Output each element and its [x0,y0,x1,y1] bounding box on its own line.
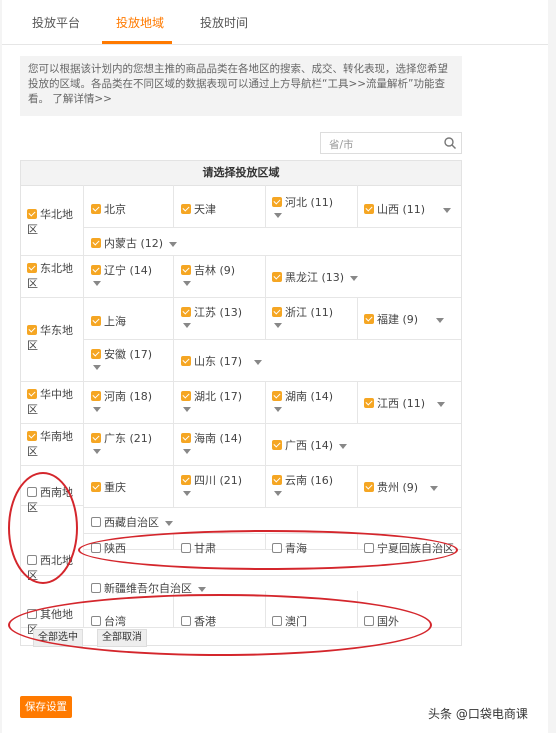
province-hebei[interactable]: 河北 (11) [272,194,333,210]
province-neimenggu[interactable]: 内蒙古 (12) [91,235,178,251]
region-grid: 请选择投放区域 华北地区 东北地区 华东地区 华中地区 华南地区 西南地区 西北… [20,160,462,647]
province-heilongjiang[interactable]: 黑龙江 (13) [272,269,359,285]
province-xizang[interactable]: 西藏自治区 [91,514,173,530]
chevron-down-icon[interactable] [93,365,101,370]
annotation-ellipse [8,594,432,656]
chevron-down-icon[interactable] [183,491,191,496]
province-search[interactable]: 省/市 [320,132,462,154]
province-guangxi[interactable]: 广西 (14) [272,437,348,453]
chevron-down-icon[interactable] [183,449,191,454]
checkbox-icon[interactable] [27,209,37,219]
province-zhejiang[interactable]: 浙江 (11) [272,304,333,320]
checkbox-icon[interactable] [27,325,37,335]
province-guizhou[interactable]: 贵州 (9) [364,479,439,495]
province-shanghai[interactable]: 上海 [91,313,126,329]
region-huadong[interactable]: 华东地区 [27,323,77,353]
chevron-down-icon[interactable] [93,407,101,412]
region-huazhong[interactable]: 华中地区 [27,387,77,417]
checkbox-icon[interactable] [27,431,37,441]
search-icon[interactable] [443,136,457,150]
province-chongqing[interactable]: 重庆 [91,479,126,495]
tab-bar: 投放平台 投放地域 投放时间 [2,0,548,45]
chevron-down-icon[interactable] [183,407,191,412]
watermark: 头条 @口袋电商课 [428,707,528,721]
province-jiangsu[interactable]: 江苏 (13) [181,304,242,320]
province-shanxi[interactable]: 山西 (11) [364,201,452,217]
settings-panel: 投放平台 投放地域 投放时间 您可以根据该计划内的您想主推的商品品类在各地区的搜… [2,0,548,733]
checkbox-icon[interactable] [27,263,37,273]
province-hainan[interactable]: 海南 (14) [181,430,242,446]
chevron-down-icon [430,485,439,491]
province-hubei[interactable]: 湖北 (17) [181,388,242,404]
annotation-ellipse [8,472,78,584]
chevron-down-icon [198,586,206,592]
province-guangdong[interactable]: 广东 (21) [91,430,152,446]
annotation-ellipse [78,530,458,570]
province-jilin[interactable]: 吉林 (9) [181,262,235,278]
chevron-down-icon [436,317,445,323]
province-liaoning[interactable]: 辽宁 (14) [91,262,152,278]
province-jiangxi[interactable]: 江西 (11) [364,395,446,411]
province-anhui[interactable]: 安徽 (17) [91,346,152,362]
grid-title: 请选择投放区域 [21,161,461,186]
chevron-down-icon [169,241,178,247]
tab-time[interactable]: 投放时间 [200,14,248,31]
province-sichuan[interactable]: 四川 (21) [181,472,242,488]
chevron-down-icon[interactable] [274,213,282,218]
chevron-down-icon [443,207,452,213]
chevron-down-icon[interactable] [93,449,101,454]
chevron-down-icon [339,443,348,449]
province-fujian[interactable]: 福建 (9) [364,311,445,327]
region-huabei[interactable]: 华北地区 [27,207,77,237]
province-henan[interactable]: 河南 (18) [91,388,152,404]
info-notice: 您可以根据该计划内的您想主推的商品品类在各地区的搜索、成交、转化表现，选择您希望… [20,56,462,116]
chevron-down-icon[interactable] [274,323,282,328]
chevron-down-icon [165,520,173,526]
province-hunan[interactable]: 湖南 (14) [272,388,333,404]
province-shandong[interactable]: 山东 (17) [181,353,263,369]
region-huanan[interactable]: 华南地区 [27,429,77,459]
chevron-down-icon [437,401,446,407]
save-button[interactable]: 保存设置 [20,696,72,718]
region-dongbei[interactable]: 东北地区 [27,261,77,291]
province-beijing[interactable]: 北京 [91,201,126,217]
chevron-down-icon[interactable] [274,407,282,412]
chevron-down-icon[interactable] [274,491,282,496]
chevron-down-icon[interactable] [93,281,101,286]
search-input[interactable]: 省/市 [329,137,354,152]
province-yunnan[interactable]: 云南 (16) [272,472,333,488]
chevron-down-icon[interactable] [183,281,191,286]
tab-region[interactable]: 投放地域 [116,14,164,31]
checkbox-icon[interactable] [27,389,37,399]
province-tianjin[interactable]: 天津 [181,201,216,217]
tab-platform[interactable]: 投放平台 [32,14,80,31]
active-tab-indicator [102,41,172,44]
chevron-down-icon [254,359,263,365]
chevron-down-icon[interactable] [183,323,191,328]
chevron-down-icon [350,275,359,281]
